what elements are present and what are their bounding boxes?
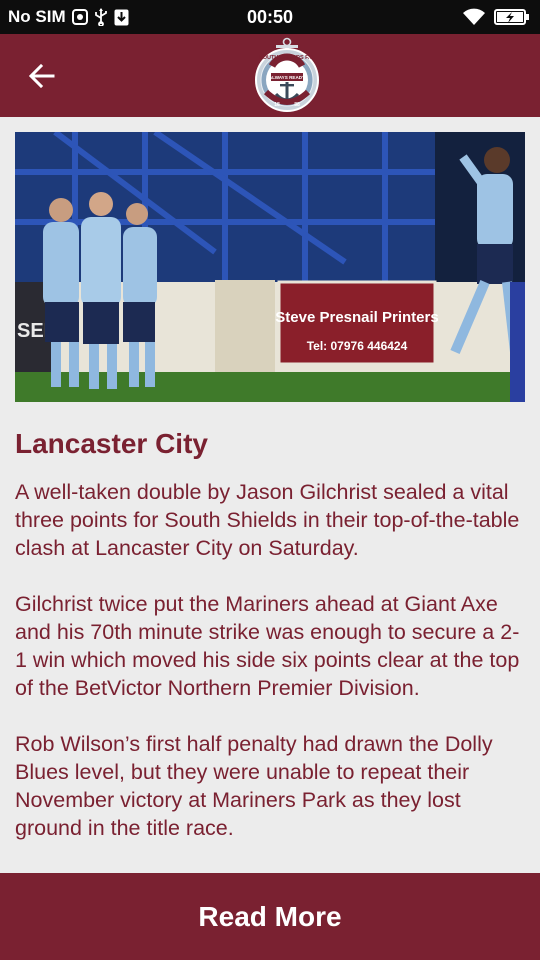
status-right	[462, 0, 530, 34]
article-paragraph: Gilchrist twice put the Mariners ahead a…	[15, 592, 520, 700]
club-crest-logo: SOUTH SHIELDS F.C. ALWAYS READY 18 88	[255, 37, 319, 112]
photo-sponsor-phone: Tel: 07976 446424	[307, 339, 408, 353]
logo-year-right: 88	[294, 102, 300, 108]
logo-banner-text: ALWAYS READY	[269, 75, 305, 80]
battery-charging-icon	[494, 8, 530, 26]
app-bar: SOUTH SHIELDS F.C. ALWAYS READY 18 88	[0, 34, 540, 117]
article-hero-image: SENC Steve Presnail Printers Tel: 07976 …	[15, 132, 525, 402]
article-paragraph: A well-taken double by Jason Gilchrist s…	[15, 480, 520, 560]
match-photo: SENC Steve Presnail Printers Tel: 07976 …	[15, 132, 525, 402]
status-bar: No SIM 00:50	[0, 0, 540, 34]
logo-top-text: SOUTH SHIELDS F.C.	[259, 55, 315, 61]
article-paragraph: Rob Wilson’s first half penalty had draw…	[15, 732, 493, 840]
read-more-button[interactable]: Read More	[0, 873, 540, 960]
back-button[interactable]	[22, 56, 62, 96]
logo-year-left: 18	[274, 102, 280, 108]
arrow-back-icon	[29, 64, 55, 88]
photo-sponsor-sign: Steve Presnail Printers	[275, 309, 438, 326]
status-time: 00:50	[246, 7, 294, 27]
article-body: A well-taken double by Jason Gilchrist s…	[15, 478, 530, 870]
article-title: Lancaster City	[15, 428, 208, 459]
wifi-icon	[462, 8, 486, 26]
